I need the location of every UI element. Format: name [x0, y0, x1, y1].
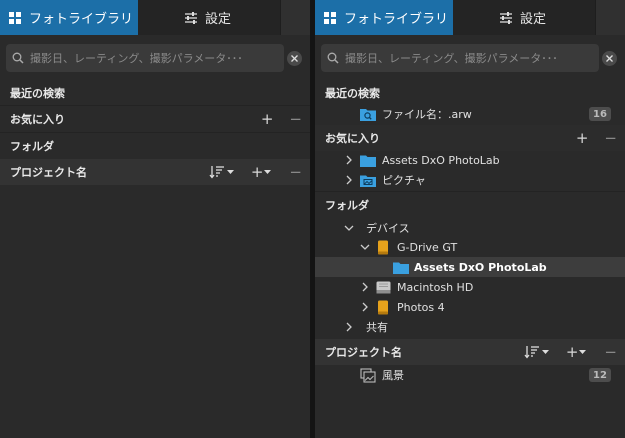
- section-folders[interactable]: フォルダ: [315, 192, 625, 218]
- chevron-down-icon: [579, 350, 587, 354]
- tree-item-macintosh[interactable]: Macintosh HD: [315, 277, 625, 297]
- section-favorites-title: お気に入り: [325, 132, 380, 145]
- section-recent-searches-title: 最近の検索: [10, 87, 65, 100]
- add-project-label: +: [250, 163, 264, 181]
- tab-photo-library[interactable]: フォトライブラリ: [0, 0, 138, 35]
- add-favorite-button[interactable]: +: [576, 129, 589, 147]
- clear-search-button[interactable]: [287, 51, 302, 66]
- chevron-down-icon[interactable]: [360, 242, 370, 252]
- tree-item-photos[interactable]: Photos 4: [315, 297, 625, 317]
- tab-settings-label: 設定: [520, 12, 547, 27]
- pictures-folder-icon: [360, 175, 376, 187]
- remove-project-button[interactable]: −: [289, 163, 302, 181]
- project-item-label: 風景: [382, 369, 404, 382]
- chevron-down-icon[interactable]: [344, 223, 354, 233]
- add-favorite-button[interactable]: +: [261, 110, 274, 128]
- close-icon: [606, 55, 613, 62]
- recent-search-label: ファイル名：.arw: [382, 108, 472, 121]
- clear-search-button[interactable]: [602, 51, 617, 66]
- tab-photo-library-label: フォトライブラリ: [29, 12, 134, 27]
- grid-icon: [9, 11, 21, 24]
- chevron-down-icon: [264, 170, 272, 174]
- sliders-icon: [500, 11, 512, 24]
- section-projects[interactable]: プロジェクト名 + −: [0, 159, 310, 185]
- count-badge: 12: [589, 368, 611, 382]
- section-folders-title: フォルダ: [10, 140, 54, 153]
- section-favorites-title: お気に入り: [10, 113, 65, 126]
- favorite-item[interactable]: Assets DxO PhotoLab: [315, 150, 625, 170]
- search-icon: [327, 52, 339, 64]
- chevron-right-icon[interactable]: [344, 175, 354, 185]
- tab-bar: フォトライブラリ 設定: [315, 0, 625, 35]
- project-item[interactable]: 風景 12: [315, 365, 625, 385]
- tree-item-label: Assets DxO PhotoLab: [414, 260, 547, 274]
- panel-menu-tab[interactable]: [280, 0, 310, 35]
- chevron-right-icon[interactable]: [360, 302, 370, 312]
- add-project-button[interactable]: +: [251, 163, 274, 181]
- section-favorites[interactable]: お気に入り + −: [315, 125, 625, 151]
- tree-item-shared[interactable]: 共有: [315, 317, 625, 337]
- tree-item-assets-selected[interactable]: Assets DxO PhotoLab: [315, 257, 625, 277]
- tree-item-gdrive[interactable]: G-Drive GT: [315, 237, 625, 257]
- tab-settings[interactable]: 設定: [138, 0, 280, 35]
- favorite-item-label: ピクチャ: [382, 174, 426, 187]
- section-recent-searches[interactable]: 最近の検索: [0, 80, 310, 106]
- count-badge: 16: [589, 107, 611, 121]
- favorite-item-label: Assets DxO PhotoLab: [382, 153, 500, 167]
- search-icon: [12, 52, 24, 64]
- sort-projects-button[interactable]: [524, 345, 550, 359]
- section-favorites[interactable]: お気に入り + −: [0, 106, 310, 132]
- tree-item-label: デバイス: [366, 222, 410, 235]
- section-projects-title: プロジェクト名: [10, 166, 87, 179]
- panel-menu-tab[interactable]: [595, 0, 625, 35]
- tab-settings[interactable]: 設定: [453, 0, 595, 35]
- folder-icon: [360, 155, 376, 167]
- tree-item-label: 共有: [366, 321, 388, 334]
- chevron-right-icon[interactable]: [360, 282, 370, 292]
- section-folders[interactable]: フォルダ: [0, 133, 310, 159]
- search-box[interactable]: [321, 44, 599, 72]
- hard-drive-icon: [376, 281, 391, 293]
- external-drive-icon: [378, 240, 388, 254]
- tree-item-label: G-Drive GT: [397, 240, 458, 254]
- section-projects-title: プロジェクト名: [325, 346, 402, 359]
- tab-bar: フォトライブラリ 設定: [0, 0, 310, 35]
- library-panel-collapsed: フォトライブラリ 設定 最近の検索 お気に入り + − フォルダ プロジェクト名: [0, 0, 310, 438]
- sort-icon: [209, 166, 234, 179]
- external-drive-icon: [378, 300, 388, 314]
- search-input[interactable]: [345, 51, 595, 65]
- remove-project-button[interactable]: −: [604, 343, 617, 361]
- tab-photo-library-label: フォトライブラリ: [344, 12, 449, 27]
- tab-settings-label: 設定: [205, 12, 232, 27]
- tree-item-label: Photos 4: [397, 300, 445, 314]
- section-recent-searches[interactable]: 最近の検索: [315, 80, 625, 106]
- add-project-button[interactable]: +: [566, 343, 589, 361]
- add-project-label: +: [565, 343, 579, 361]
- tab-photo-library[interactable]: フォトライブラリ: [315, 0, 453, 35]
- sliders-icon: [185, 11, 197, 24]
- close-icon: [291, 55, 298, 62]
- remove-favorite-button[interactable]: −: [604, 129, 617, 147]
- grid-icon: [324, 11, 336, 24]
- search-box[interactable]: [6, 44, 284, 72]
- tree-item-devices[interactable]: デバイス: [315, 218, 625, 238]
- section-projects[interactable]: プロジェクト名 + −: [315, 339, 625, 365]
- section-recent-searches-title: 最近の検索: [325, 87, 380, 100]
- favorite-item[interactable]: ピクチャ: [315, 170, 625, 190]
- recent-search-item[interactable]: ファイル名：.arw 16: [315, 104, 625, 124]
- remove-favorite-button[interactable]: −: [289, 110, 302, 128]
- chevron-right-icon[interactable]: [344, 322, 354, 332]
- chevron-right-icon[interactable]: [344, 155, 354, 165]
- section-folders-title: フォルダ: [325, 199, 369, 212]
- library-panel-expanded: フォトライブラリ 設定 最近の検索 ファイル名：.arw 16 お気に入り + …: [315, 0, 625, 438]
- tree-item-label: Macintosh HD: [397, 280, 474, 294]
- sort-projects-button[interactable]: [209, 165, 235, 179]
- project-icon: [360, 367, 376, 383]
- saved-search-folder-icon: [360, 109, 376, 121]
- folder-icon: [393, 262, 409, 274]
- sort-icon: [524, 346, 549, 359]
- search-input[interactable]: [30, 51, 280, 65]
